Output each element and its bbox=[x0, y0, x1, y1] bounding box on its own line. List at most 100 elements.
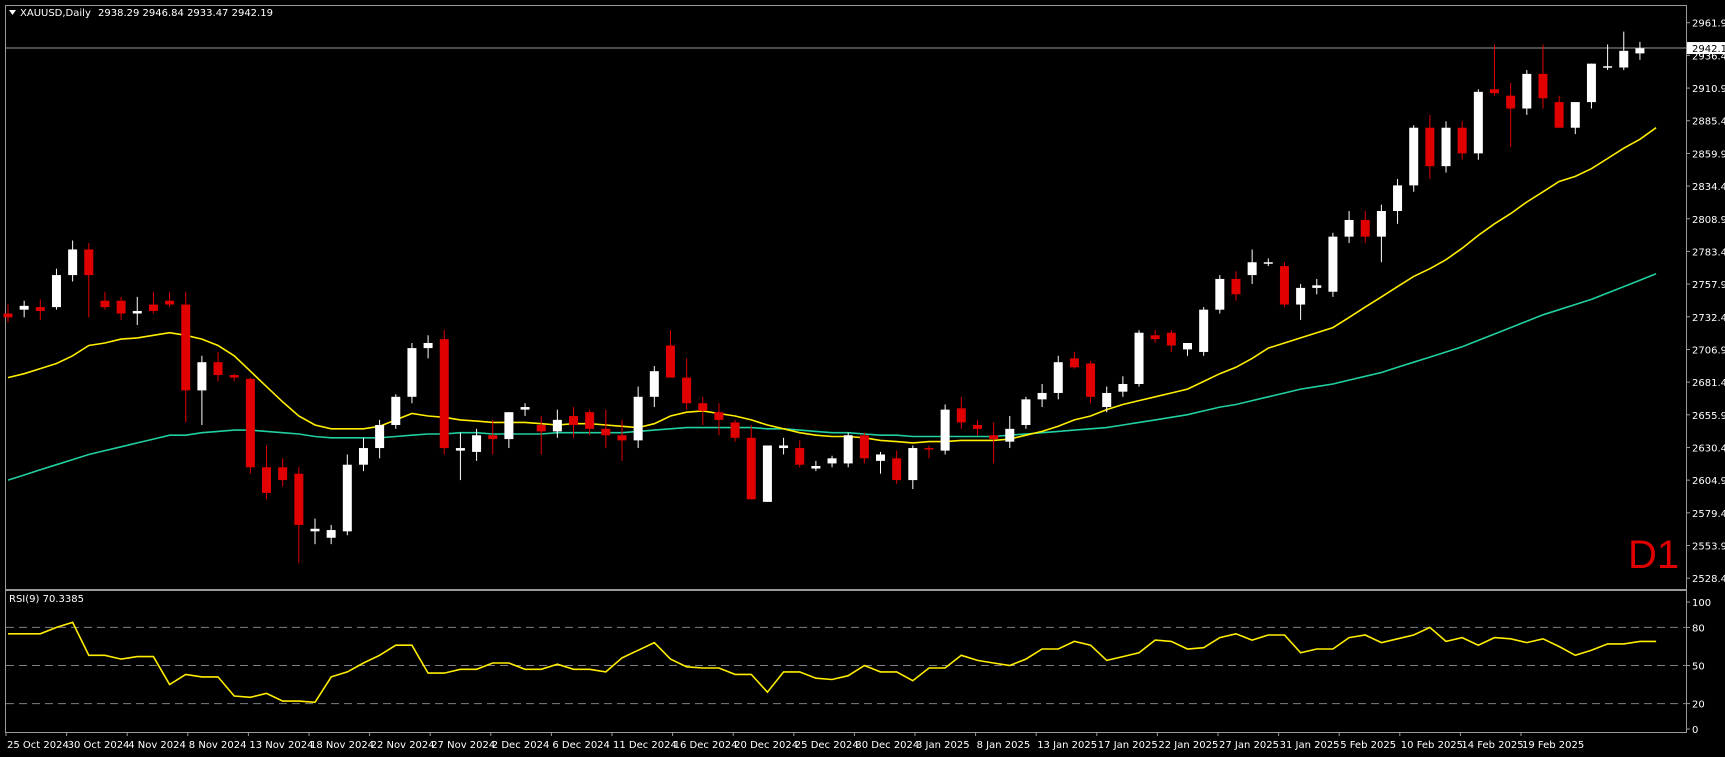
candle bbox=[1473, 89, 1483, 160]
time-tick-label: 31 Jan 2025 bbox=[1280, 740, 1340, 751]
candle-body bbox=[132, 310, 142, 314]
candle bbox=[843, 432, 853, 468]
candle bbox=[262, 445, 272, 500]
candle bbox=[1586, 63, 1596, 109]
time-tick-label: 22 Nov 2024 bbox=[371, 740, 435, 751]
time-tick-label: 20 Dec 2024 bbox=[734, 740, 798, 751]
candle bbox=[940, 404, 950, 455]
candle bbox=[342, 454, 352, 536]
candle bbox=[1328, 232, 1338, 297]
candle bbox=[1344, 211, 1354, 244]
candle-body bbox=[843, 435, 853, 464]
candle bbox=[1393, 178, 1403, 224]
candle-body bbox=[407, 348, 417, 397]
candle-body bbox=[1554, 102, 1564, 128]
candle-body bbox=[1586, 63, 1596, 103]
candle-body bbox=[358, 448, 368, 465]
candle-body bbox=[859, 435, 869, 459]
time-tick-label: 8 Nov 2024 bbox=[189, 740, 247, 751]
candle-body bbox=[229, 375, 239, 378]
candle bbox=[1635, 41, 1645, 60]
candle bbox=[1409, 125, 1419, 192]
candle-body bbox=[569, 416, 579, 425]
candle bbox=[1037, 383, 1047, 408]
candle-body bbox=[1328, 236, 1338, 292]
candles bbox=[3, 31, 1645, 564]
price-tick-label: 2681.45 bbox=[1692, 378, 1725, 389]
candle-body bbox=[1102, 392, 1112, 408]
candle-body bbox=[116, 300, 126, 314]
candle bbox=[665, 330, 675, 378]
candle-body bbox=[1296, 287, 1306, 305]
candle-body bbox=[633, 396, 643, 441]
time-tick-label: 27 Jan 2025 bbox=[1219, 740, 1279, 751]
candle bbox=[84, 243, 94, 318]
candle bbox=[1360, 211, 1370, 244]
candle bbox=[649, 366, 659, 408]
time-tick-label: 22 Jan 2025 bbox=[1158, 740, 1218, 751]
candle-body bbox=[1457, 127, 1467, 154]
candle bbox=[375, 419, 385, 459]
candle-body bbox=[1199, 309, 1209, 352]
candle bbox=[682, 358, 692, 410]
candle bbox=[1425, 114, 1435, 179]
candle-body bbox=[714, 412, 724, 420]
candle-body bbox=[148, 304, 158, 311]
candle bbox=[181, 291, 191, 423]
candle-body bbox=[1166, 332, 1176, 346]
candle-body bbox=[520, 407, 530, 410]
price-axis: 2961.952936.452910.952885.452859.952834.… bbox=[1686, 19, 1725, 585]
candle-body bbox=[310, 528, 320, 532]
price-tick-label: 2757.95 bbox=[1692, 280, 1725, 291]
candle-body bbox=[375, 424, 385, 449]
candle bbox=[19, 300, 29, 318]
rsi-tick-label: 20 bbox=[1692, 700, 1705, 711]
time-tick-label: 2 Dec 2024 bbox=[492, 740, 550, 751]
candle-body bbox=[811, 465, 821, 469]
current-price-line: 2942.19 bbox=[6, 42, 1725, 55]
time-tick-label: 13 Nov 2024 bbox=[249, 740, 313, 751]
rsi-tick-label: 100 bbox=[1692, 598, 1711, 609]
candle bbox=[1538, 44, 1548, 109]
candle-body bbox=[649, 371, 659, 397]
time-tick-label: 3 Jan 2025 bbox=[916, 740, 970, 751]
time-tick-label: 4 Nov 2024 bbox=[128, 740, 186, 751]
rsi-title: RSI(9) 70.3385 bbox=[9, 594, 84, 605]
candle bbox=[876, 451, 886, 474]
price-tick-label: 2859.95 bbox=[1692, 149, 1725, 160]
candle-body bbox=[1279, 266, 1289, 305]
time-tick-label: 8 Jan 2025 bbox=[977, 740, 1031, 751]
candle-body bbox=[1263, 262, 1273, 264]
candle-body bbox=[1538, 73, 1548, 99]
candle bbox=[536, 416, 546, 455]
candle-body bbox=[455, 448, 465, 451]
candle-body bbox=[1183, 342, 1193, 350]
candle-body bbox=[84, 249, 94, 276]
candle bbox=[1215, 275, 1225, 314]
candle bbox=[892, 450, 902, 484]
candle bbox=[1506, 82, 1516, 147]
candle-body bbox=[1360, 219, 1370, 237]
candle-body bbox=[892, 458, 902, 481]
candle-body bbox=[197, 362, 207, 391]
candle-body bbox=[698, 403, 708, 411]
time-tick-label: 25 Dec 2024 bbox=[795, 740, 859, 751]
candle bbox=[1279, 262, 1289, 308]
candle bbox=[746, 424, 756, 500]
candle bbox=[520, 403, 530, 417]
candle bbox=[391, 394, 401, 429]
candle bbox=[148, 291, 158, 314]
candle-body bbox=[213, 362, 223, 376]
candle bbox=[1069, 351, 1079, 369]
candle-body bbox=[989, 435, 999, 440]
candle bbox=[762, 445, 772, 502]
candle bbox=[956, 396, 966, 429]
time-tick-label: 10 Feb 2025 bbox=[1401, 740, 1463, 751]
candle-body bbox=[601, 428, 611, 436]
price-panel-frame bbox=[5, 5, 1687, 590]
collapse-triangle-icon[interactable] bbox=[9, 10, 16, 15]
candle bbox=[1247, 249, 1257, 285]
candle-body bbox=[536, 424, 546, 432]
candle bbox=[1021, 396, 1031, 429]
moving-averages bbox=[7, 127, 1657, 481]
